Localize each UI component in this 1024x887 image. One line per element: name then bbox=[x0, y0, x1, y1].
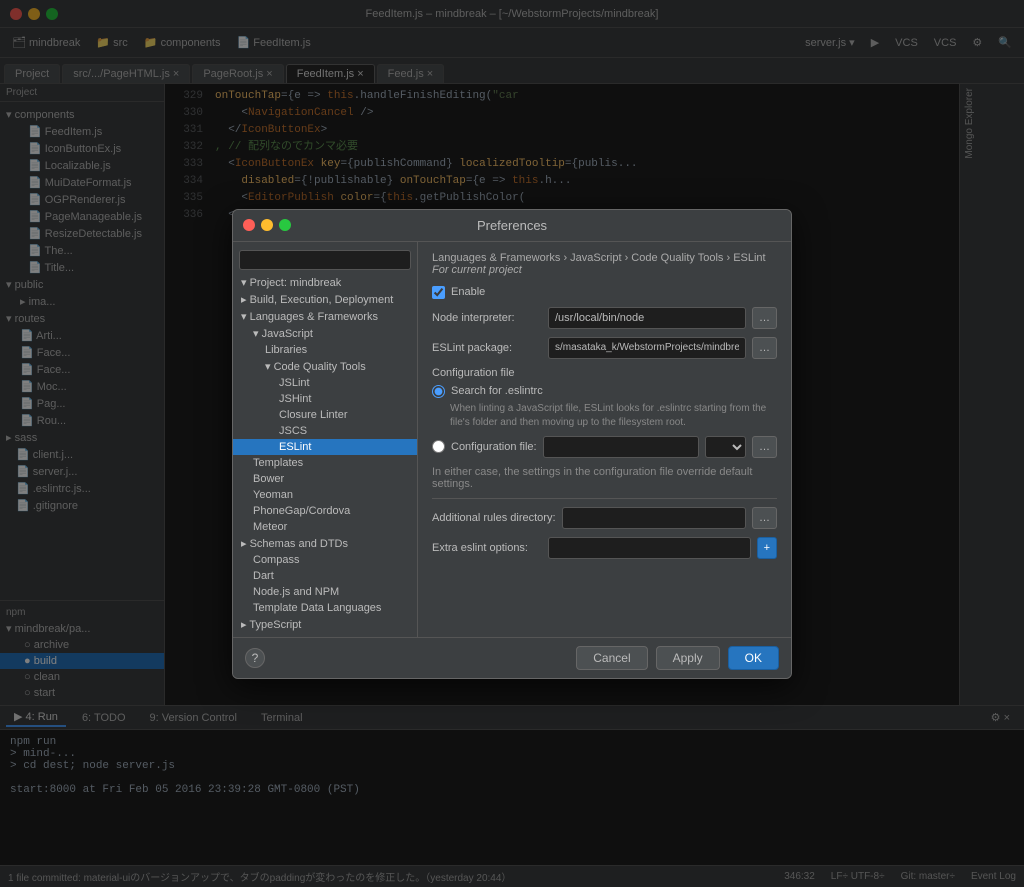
extra-eslint-input[interactable] bbox=[548, 537, 751, 559]
enable-label: Enable bbox=[451, 286, 485, 298]
config-file-header: Configuration file bbox=[432, 367, 777, 379]
dialog-body: ▾ Project: mindbreak ▸ Build, Execution,… bbox=[233, 242, 791, 637]
extra-eslint-label: Extra eslint options: bbox=[432, 542, 542, 554]
dialog-tree-libraries[interactable]: Libraries bbox=[233, 342, 417, 358]
dialog-search-container bbox=[233, 246, 417, 274]
radio-config[interactable] bbox=[432, 440, 445, 453]
node-interpreter-label: Node interpreter: bbox=[432, 312, 542, 324]
divider bbox=[432, 498, 777, 499]
additional-rules-input[interactable] bbox=[562, 507, 746, 529]
dialog-traffic-lights bbox=[243, 219, 291, 231]
dialog-tree-nodejs[interactable]: Node.js and NPM bbox=[233, 584, 417, 600]
config-file-input[interactable] bbox=[543, 436, 699, 458]
dialog-tree-bower[interactable]: Bower bbox=[233, 471, 417, 487]
dialog-maximize[interactable] bbox=[279, 219, 291, 231]
breadcrumb-scope: For current project bbox=[432, 264, 522, 276]
dialog-tree-panel: ▾ Project: mindbreak ▸ Build, Execution,… bbox=[233, 242, 418, 637]
radio-search[interactable] bbox=[432, 385, 445, 398]
preferences-dialog: Preferences ▾ Project: mindbreak ▸ Build… bbox=[232, 209, 792, 679]
config-file-browse[interactable]: … bbox=[752, 436, 777, 458]
dialog-tree-jslint[interactable]: JSLint bbox=[233, 375, 417, 391]
radio-config-group: Configuration file: … bbox=[432, 436, 777, 458]
eslint-package-row: ESLint package: … bbox=[432, 337, 777, 359]
additional-rules-row: Additional rules directory: … bbox=[432, 507, 777, 529]
dialog-tree-typescript[interactable]: ▸ TypeScript bbox=[233, 616, 417, 633]
node-interpreter-input[interactable] bbox=[548, 307, 746, 329]
dialog-titlebar: Preferences bbox=[233, 210, 791, 242]
dialog-tree-schemas[interactable]: ▸ Schemas and DTDs bbox=[233, 535, 417, 552]
dialog-tree-phonegap[interactable]: PhoneGap/Cordova bbox=[233, 503, 417, 519]
radio-search-desc: When linting a JavaScript file, ESLint l… bbox=[450, 402, 777, 430]
additional-rules-label: Additional rules directory: bbox=[432, 512, 556, 524]
dialog-tree-jscs[interactable]: JSCS bbox=[233, 423, 417, 439]
node-interpreter-row: Node interpreter: … bbox=[432, 307, 777, 329]
dialog-title: Preferences bbox=[477, 218, 547, 233]
extra-eslint-row: Extra eslint options: + bbox=[432, 537, 777, 559]
enable-row: Enable bbox=[432, 286, 777, 299]
eslint-package-browse[interactable]: … bbox=[752, 337, 777, 359]
enable-checkbox[interactable] bbox=[432, 286, 445, 299]
dialog-tree-yeoman[interactable]: Yeoman bbox=[233, 487, 417, 503]
config-file-select[interactable] bbox=[705, 436, 746, 458]
dialog-footer: ? Cancel Apply OK bbox=[233, 637, 791, 678]
node-interpreter-browse[interactable]: … bbox=[752, 307, 777, 329]
dialog-content-panel: Languages & Frameworks › JavaScript › Co… bbox=[418, 242, 791, 637]
eslint-package-label: ESLint package: bbox=[432, 342, 542, 354]
dialog-footer-buttons: Cancel Apply OK bbox=[576, 646, 779, 670]
dialog-breadcrumb: Languages & Frameworks › JavaScript › Co… bbox=[432, 252, 777, 276]
dialog-tree-closure[interactable]: Closure Linter bbox=[233, 407, 417, 423]
extra-eslint-env[interactable]: + bbox=[757, 537, 777, 559]
cancel-button[interactable]: Cancel bbox=[576, 646, 647, 670]
dialog-tree-build[interactable]: ▸ Build, Execution, Deployment bbox=[233, 291, 417, 308]
eslint-package-input[interactable] bbox=[548, 337, 746, 359]
dialog-overlay: Preferences ▾ Project: mindbreak ▸ Build… bbox=[0, 0, 1024, 887]
dialog-minimize[interactable] bbox=[261, 219, 273, 231]
additional-rules-browse[interactable]: … bbox=[752, 507, 777, 529]
radio-search-group: Search for .eslintrc When linting a Java… bbox=[432, 385, 777, 430]
ok-button[interactable]: OK bbox=[728, 646, 779, 670]
dialog-close[interactable] bbox=[243, 219, 255, 231]
dialog-tree-languages[interactable]: ▾ Languages & Frameworks bbox=[233, 308, 417, 325]
dialog-tree-javascript[interactable]: ▾ JavaScript bbox=[233, 325, 417, 342]
radio-search-row: Search for .eslintrc bbox=[432, 385, 777, 398]
dialog-tree-jshint[interactable]: JSHint bbox=[233, 391, 417, 407]
radio-search-label: Search for .eslintrc bbox=[451, 385, 543, 397]
radio-config-row: Configuration file: … bbox=[432, 436, 777, 458]
apply-button[interactable]: Apply bbox=[656, 646, 720, 670]
dialog-tree-compass[interactable]: Compass bbox=[233, 552, 417, 568]
dialog-tree-project[interactable]: ▾ Project: mindbreak bbox=[233, 274, 417, 291]
radio-config-label: Configuration file: bbox=[451, 441, 537, 453]
dialog-tree-dart[interactable]: Dart bbox=[233, 568, 417, 584]
dialog-tree-template-data[interactable]: Template Data Languages bbox=[233, 600, 417, 616]
dialog-search-input[interactable] bbox=[239, 250, 411, 270]
dialog-tree-eslint[interactable]: ESLint bbox=[233, 439, 417, 455]
breadcrumb-path: Languages & Frameworks › JavaScript › Co… bbox=[432, 252, 766, 264]
info-text: In either case, the settings in the conf… bbox=[432, 466, 777, 490]
dialog-tree-meteor[interactable]: Meteor bbox=[233, 519, 417, 535]
dialog-tree-code-quality[interactable]: ▾ Code Quality Tools bbox=[233, 358, 417, 375]
dialog-tree-templates[interactable]: Templates bbox=[233, 455, 417, 471]
help-icon[interactable]: ? bbox=[245, 648, 265, 668]
